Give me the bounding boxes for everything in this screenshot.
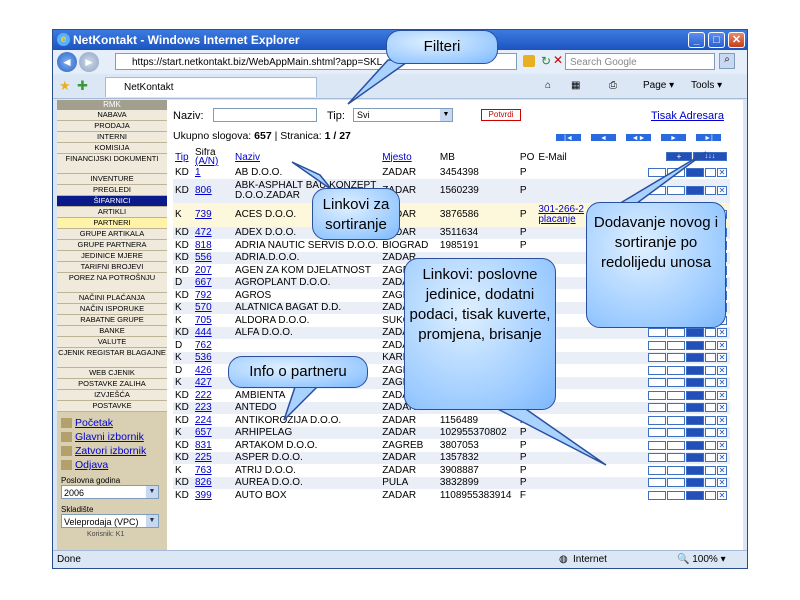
callout-linkovi-sortiranje: Linkovi za sortiranje [312, 188, 400, 240]
callout-info-partner: Info o partneru [228, 356, 368, 388]
callout-dodavanje: Dodavanje novog i sortiranje po redolije… [586, 202, 726, 328]
tail-linkovi [489, 404, 607, 466]
tail-info [283, 383, 322, 421]
tail-sortiranje [291, 161, 333, 191]
callout-linkovi: Linkovi: poslovne jedinice, dodatni poda… [404, 258, 556, 410]
tail-filteri [347, 59, 413, 105]
callout-filteri: Filteri [386, 30, 498, 64]
